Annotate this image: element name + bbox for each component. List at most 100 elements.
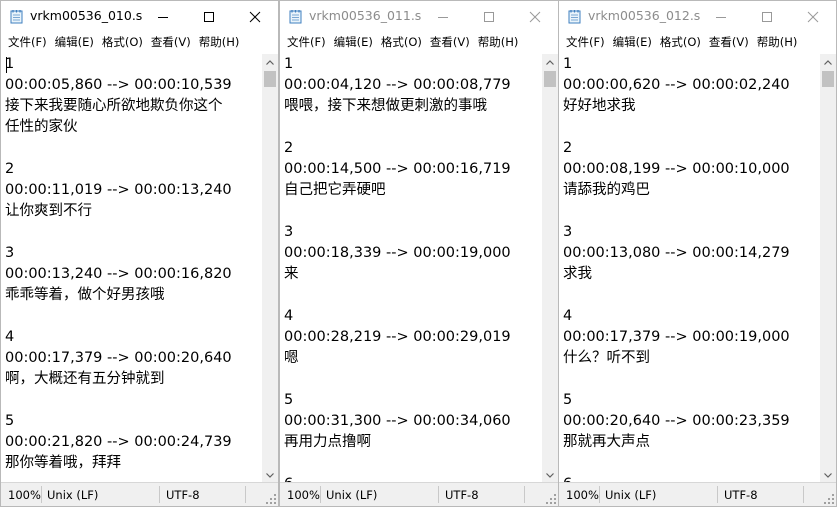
text-line: [1, 138, 262, 159]
menu-format[interactable]: 格式(O): [380, 32, 429, 52]
text-line: 00:00:17,379 --> 00:00:19,000: [563, 329, 790, 345]
close-icon: [249, 11, 261, 23]
menu-edit[interactable]: 编辑(E): [612, 32, 659, 52]
text-line: 00:00:04,120 --> 00:00:08,779: [284, 77, 511, 93]
menu-edit[interactable]: 编辑(E): [333, 32, 380, 52]
text-line: 嗯: [284, 350, 299, 366]
status-encoding: UTF-8: [445, 488, 479, 502]
text-line: 00:00:18,339 --> 00:00:19,000: [284, 245, 511, 261]
text-line: [1, 390, 262, 411]
vertical-scrollbar[interactable]: [820, 54, 836, 484]
text-line: 5: [284, 392, 294, 408]
status-bar: 100% Unix (LF) UTF-8: [280, 482, 558, 506]
close-button[interactable]: [512, 1, 558, 32]
chevron-up-icon: [546, 60, 554, 65]
close-button[interactable]: [790, 1, 836, 32]
text-line: 00:00:05,860 --> 00:00:10,539: [5, 77, 232, 93]
text-line: 00:00:31,300 --> 00:00:34,060: [284, 413, 511, 429]
status-line-ending: Unix (LF): [47, 488, 99, 502]
text-editor-area[interactable]: 1 00:00:00,620 --> 00:00:02,240 好好地求我 2 00:0…: [559, 54, 820, 484]
text-line: 3: [563, 224, 573, 240]
chevron-down-icon: [824, 473, 832, 478]
text-line: 1: [284, 56, 294, 72]
window-title: vrkm00536_011.s...: [309, 8, 421, 23]
text-line: 让你爽到不行: [5, 203, 92, 219]
minimize-icon: [158, 17, 168, 18]
scroll-up-button[interactable]: [820, 54, 836, 71]
text-line: 任性的家伙: [5, 119, 78, 135]
text-line: 2: [5, 161, 15, 177]
status-zoom: 100%: [566, 488, 599, 502]
text-line: 好好地求我: [563, 98, 636, 114]
menu-format[interactable]: 格式(O): [101, 32, 150, 52]
status-encoding: UTF-8: [724, 488, 758, 502]
status-divider: [41, 486, 42, 503]
close-icon: [807, 11, 819, 23]
text-line: 00:00:08,199 --> 00:00:10,000: [563, 161, 790, 177]
scroll-up-button[interactable]: [542, 54, 558, 71]
text-line: 5: [563, 392, 573, 408]
text-line: [280, 285, 542, 306]
maximize-button[interactable]: [744, 1, 790, 32]
notepad-app-icon: [289, 10, 302, 24]
text-line: 00:00:13,080 --> 00:00:14,279: [563, 245, 790, 261]
text-line: 喂喂，接下来想做更刺激的事哦: [284, 98, 487, 114]
menu-file[interactable]: 文件(F): [7, 32, 54, 52]
menu-view[interactable]: 查看(V): [429, 32, 477, 52]
maximize-button[interactable]: [466, 1, 512, 32]
title-bar[interactable]: vrkm00536_011.s...: [280, 1, 558, 32]
menu-view[interactable]: 查看(V): [150, 32, 198, 52]
text-editor-area[interactable]: 1 00:00:04,120 --> 00:00:08,779 喂喂，接下来想做更刺…: [280, 54, 542, 484]
status-divider: [717, 486, 718, 503]
text-line: 那就再大声点: [563, 434, 650, 450]
status-divider: [599, 486, 600, 503]
title-bar[interactable]: vrkm00536_010.s...: [1, 1, 278, 32]
title-bar[interactable]: vrkm00536_012.s...: [559, 1, 836, 32]
resize-grip-icon[interactable]: [266, 494, 276, 504]
resize-grip-icon[interactable]: [546, 494, 556, 504]
maximize-icon: [762, 12, 772, 22]
text-line: [280, 117, 542, 138]
text-line: 来: [284, 266, 299, 282]
scrollbar-thumb[interactable]: [544, 71, 556, 87]
close-button[interactable]: [232, 1, 278, 32]
window-title: vrkm00536_010.s...: [30, 8, 142, 23]
text-line: 00:00:21,820 --> 00:00:24,739: [5, 434, 232, 450]
scroll-up-button[interactable]: [262, 54, 278, 71]
text-line: 00:00:20,640 --> 00:00:23,359: [563, 413, 790, 429]
menu-file[interactable]: 文件(F): [286, 32, 333, 52]
text-line: 3: [5, 245, 15, 261]
text-line: 1: [563, 56, 573, 72]
maximize-button[interactable]: [186, 1, 232, 32]
status-line-ending: Unix (LF): [326, 488, 378, 502]
text-line: 那你等着哦，拜拜: [5, 455, 121, 471]
window-title: vrkm00536_012.s...: [588, 8, 700, 23]
text-line: 什么？听不到: [563, 350, 650, 366]
text-editor-area[interactable]: 1 00:00:05,860 --> 00:00:10,539 接下来我要随心所欲地…: [1, 54, 262, 484]
scrollbar-thumb[interactable]: [822, 71, 834, 87]
text-line: [559, 453, 820, 474]
menu-file[interactable]: 文件(F): [565, 32, 612, 52]
minimize-button[interactable]: [140, 1, 186, 32]
menu-view[interactable]: 查看(V): [708, 32, 756, 52]
text-line: 2: [563, 140, 573, 156]
text-caret: [6, 57, 7, 73]
scrollbar-thumb[interactable]: [264, 71, 276, 87]
resize-grip-icon[interactable]: [824, 494, 834, 504]
menu-format[interactable]: 格式(O): [659, 32, 708, 52]
text-line: 00:00:14,500 --> 00:00:16,719: [284, 161, 511, 177]
minimize-button[interactable]: [698, 1, 744, 32]
menu-help[interactable]: 帮助(H): [477, 32, 526, 52]
status-divider: [438, 486, 439, 503]
menu-help[interactable]: 帮助(H): [198, 32, 247, 52]
vertical-scrollbar[interactable]: [262, 54, 278, 484]
notepad-app-icon: [568, 10, 581, 24]
minimize-icon: [438, 17, 448, 18]
status-divider: [320, 486, 321, 503]
text-line: 自己把它弄硬吧: [284, 182, 386, 198]
menu-edit[interactable]: 编辑(E): [54, 32, 101, 52]
vertical-scrollbar[interactable]: [542, 54, 558, 484]
text-line: [1, 306, 262, 327]
minimize-button[interactable]: [420, 1, 466, 32]
menu-help[interactable]: 帮助(H): [756, 32, 805, 52]
